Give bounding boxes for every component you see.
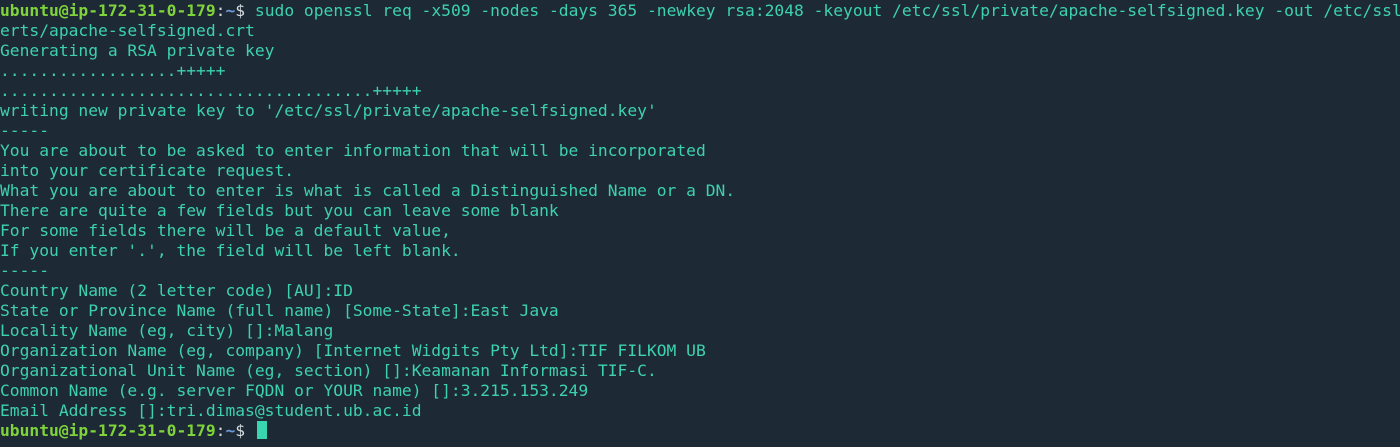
output-line: You are about to be asked to enter infor…: [0, 141, 706, 160]
output-line: ..................+++++: [0, 61, 226, 80]
prompt-path: ~: [225, 1, 236, 20]
output-line: For some fields there will be a default …: [0, 221, 451, 240]
prompt-path: ~: [225, 421, 236, 440]
prompt-user-host: ubuntu@ip-172-31-0-179: [0, 1, 216, 20]
output-line: Organizational Unit Name (eg, section) […: [0, 361, 657, 380]
command-line: ubuntu@ip-172-31-0-179:~$ sudo openssl r…: [0, 1, 1400, 21]
output-line: Country Name (2 letter code) [AU]:ID: [0, 281, 353, 300]
prompt-line[interactable]: ubuntu@ip-172-31-0-179:~$: [0, 421, 1400, 441]
prompt-symbol: $: [235, 1, 246, 20]
output-line: What you are about to enter is what is c…: [0, 181, 736, 200]
prompt-symbol: $: [235, 421, 246, 440]
command-line-wrap: erts/apache-selfsigned.crt: [0, 21, 255, 40]
output-line: writing new private key to '/etc/ssl/pri…: [0, 101, 657, 120]
output-line: -----: [0, 261, 50, 280]
output-line: Common Name (e.g. server FQDN or YOUR na…: [0, 381, 589, 400]
output-line: ......................................++…: [0, 81, 422, 100]
prompt-user-host: ubuntu@ip-172-31-0-179: [0, 421, 216, 440]
terminal-window[interactable]: ubuntu@ip-172-31-0-179:~$ sudo openssl r…: [0, 0, 1400, 447]
output-line: Email Address []:tri.dimas@student.ub.ac…: [0, 401, 422, 420]
output-line: If you enter '.', the field will be left…: [0, 241, 461, 260]
output-line: Organization Name (eg, company) [Interne…: [0, 341, 706, 360]
text-cursor[interactable]: [256, 421, 267, 439]
output-line: -----: [0, 121, 50, 140]
output-line: into your certificate request.: [0, 161, 295, 180]
prompt-separator: :: [215, 421, 226, 440]
command-text: sudo openssl req -x509 -nodes -days 365 …: [254, 1, 1400, 20]
output-line: There are quite a few fields but you can…: [0, 201, 559, 220]
output-line: State or Province Name (full name) [Some…: [0, 301, 559, 320]
prompt-separator: :: [215, 1, 226, 20]
output-line: Generating a RSA private key: [0, 41, 275, 60]
output-line: Locality Name (eg, city) []:Malang: [0, 321, 334, 340]
